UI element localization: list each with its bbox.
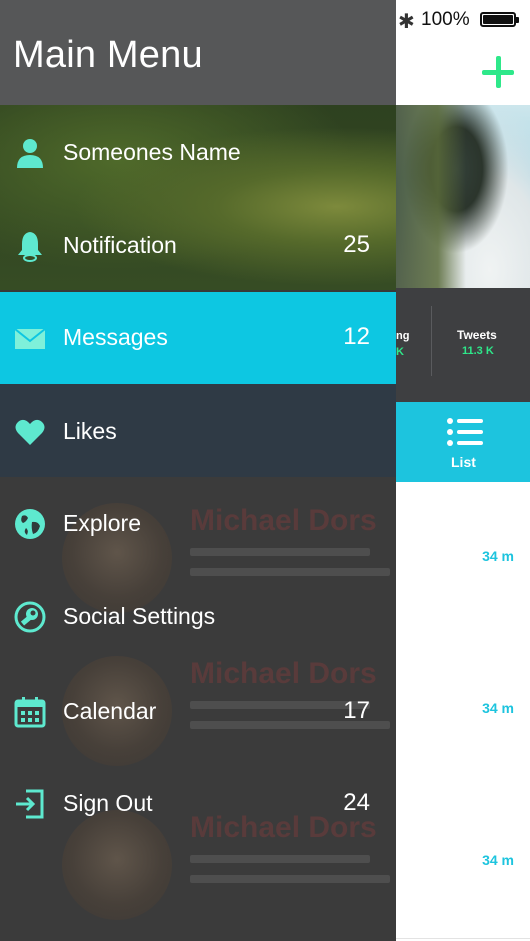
add-button[interactable] [476, 50, 520, 94]
heart-icon [14, 416, 46, 448]
feed-time: 34 m [482, 700, 514, 716]
battery-icon [480, 12, 519, 27]
menu-item-label: Messages [63, 324, 168, 350]
feed-row[interactable]: 34 m [396, 482, 530, 635]
feed-time: 34 m [482, 548, 514, 564]
menu-item-label: Sign Out [63, 790, 153, 816]
tab-list-label: List [451, 454, 476, 470]
bell-icon [14, 230, 46, 262]
menu-item-calendar[interactable]: Calendar 17 [0, 666, 396, 758]
sign-out-count-badge: 24 [343, 789, 370, 816]
stat-divider [431, 306, 432, 376]
menu-item-explore[interactable]: Explore [0, 478, 396, 570]
envelope-icon [14, 322, 46, 354]
profile-cover-photo [396, 105, 530, 288]
bluetooth-icon: ✱ [398, 9, 415, 33]
feed-row[interactable]: 34 m [396, 786, 530, 939]
messages-count-badge: 12 [343, 323, 370, 350]
calendar-count-badge: 17 [343, 697, 370, 724]
globe-icon [14, 508, 46, 540]
menu-item-label: Calendar [63, 698, 157, 724]
feed-row[interactable]: 34 m [396, 634, 530, 787]
menu-title: Main Menu [13, 34, 203, 76]
notification-count-badge: 25 [343, 231, 370, 258]
battery-percentage: 100% [421, 9, 470, 30]
menu-item-label: Likes [63, 418, 117, 444]
feed-time: 34 m [482, 852, 514, 868]
menu-item-profile[interactable]: Someones Name [0, 107, 396, 199]
menu-item-sign-out[interactable]: Sign Out 24 [0, 758, 396, 850]
person-icon [14, 137, 46, 169]
menu-item-notification[interactable]: Notification 25 [0, 200, 396, 292]
menu-item-social-settings[interactable]: Social Settings [0, 571, 396, 663]
sign-out-icon [14, 788, 46, 820]
menu-item-messages[interactable]: Messages 12 [0, 292, 396, 384]
menu-item-label: Social Settings [63, 603, 216, 629]
stat-label-partial: ng [396, 330, 410, 342]
list-icon [447, 417, 483, 447]
menu-item-label: Someones Name [63, 139, 241, 165]
settings-wrench-icon [14, 601, 46, 633]
stat-tweets-label[interactable]: Tweets [457, 328, 497, 342]
stat-tweets-value: 11.3 K [462, 345, 494, 357]
menu-item-label: Notification [63, 232, 177, 258]
calendar-icon [14, 696, 46, 728]
stat-value-partial: K [396, 346, 404, 358]
app-screen: ✱ 100% ng K Tweets 11.3 K List 34 m 34 m… [0, 0, 530, 941]
menu-item-label: Explore [63, 510, 141, 536]
menu-item-likes[interactable]: Likes [0, 386, 396, 478]
main-menu-drawer: Michael Dors Michael Dors Michael Dors M… [0, 0, 396, 941]
